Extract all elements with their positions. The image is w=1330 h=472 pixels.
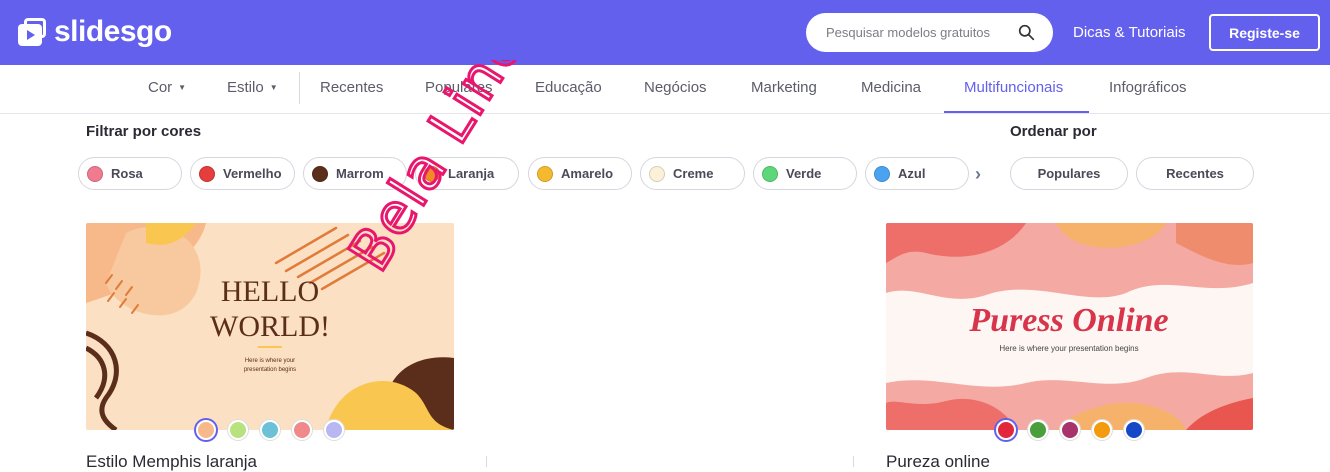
color-dot	[874, 165, 890, 182]
color-dot	[87, 165, 103, 182]
color-dot	[537, 165, 553, 182]
color-filter-rosa[interactable]: Rosa	[78, 157, 182, 190]
color-filter-marrom[interactable]: Marrom	[303, 157, 407, 190]
color-swatch[interactable]	[260, 420, 280, 440]
tab-multifuncionais[interactable]: Multifuncionais	[964, 79, 1063, 96]
register-button[interactable]: Registe-se	[1209, 14, 1320, 51]
sort-populares-button[interactable]: Populares	[1010, 157, 1128, 190]
color-filter-vermelho[interactable]: Vermelho	[190, 157, 295, 190]
sort-title: Ordenar por	[1010, 123, 1097, 140]
color-dropdown[interactable]: Cor ▼	[148, 79, 186, 96]
color-dot	[649, 165, 665, 182]
search-icon[interactable]	[1018, 24, 1035, 41]
color-filter-laranja[interactable]: Laranja	[415, 157, 519, 190]
thumb-sub-2: presentation begins	[244, 367, 296, 373]
color-swatch[interactable]	[1060, 420, 1080, 440]
style-dropdown[interactable]: Estilo ▼	[227, 79, 278, 96]
memphis-thumbnail-art: HELLO WORLD! Here is where your presenta…	[86, 223, 454, 430]
color-swatch[interactable]	[292, 420, 312, 440]
color-swatch[interactable]	[1092, 420, 1112, 440]
chip-label: Rosa	[111, 166, 143, 181]
card-separator	[853, 456, 854, 467]
color-swatch[interactable]	[1124, 420, 1144, 440]
template-thumbnail-pureza[interactable]: Puress Online Here is where your present…	[886, 223, 1253, 430]
thumb-sub: Here is where your presentation begins	[999, 344, 1138, 353]
color-filter-creme[interactable]: Creme	[640, 157, 745, 190]
color-filter-amarelo[interactable]: Amarelo	[528, 157, 632, 190]
color-swatch[interactable]	[228, 420, 248, 440]
color-dropdown-label: Cor	[148, 79, 173, 96]
tab-populares[interactable]: Populares	[425, 79, 493, 96]
chip-label: Amarelo	[561, 166, 614, 181]
thumb-heading: Puress Online	[968, 302, 1168, 339]
chip-label: Azul	[898, 166, 926, 181]
chip-label: Verde	[786, 166, 822, 181]
pureza-thumbnail-art: Puress Online Here is where your present…	[886, 223, 1253, 430]
style-dropdown-label: Estilo	[227, 79, 264, 96]
tab-recentes[interactable]: Recentes	[320, 79, 383, 96]
chip-label: Laranja	[448, 166, 495, 181]
color-dot	[199, 165, 215, 182]
nav-divider	[299, 72, 300, 104]
filter-colors-title: Filtrar por cores	[86, 123, 202, 140]
tab-marketing[interactable]: Marketing	[751, 79, 817, 96]
logo-text: slidesgo	[54, 15, 172, 48]
thumb-heading-1: HELLO	[221, 275, 319, 308]
category-nav: Cor ▼ Estilo ▼ Recentes Populares Educação…	[0, 65, 1330, 114]
thumb-sub-1: Here is where your	[245, 358, 295, 364]
logo-icon	[18, 16, 48, 48]
slidesgo-logo[interactable]: slidesgo	[18, 14, 172, 50]
tab-medicina[interactable]: Medicina	[861, 79, 921, 96]
color-dot	[762, 165, 778, 182]
caret-down-icon: ▼	[178, 83, 187, 92]
top-header: slidesgo Dicas & Tutoriais Registe-se	[0, 0, 1330, 65]
tips-tutorials-link[interactable]: Dicas & Tutoriais	[1073, 24, 1186, 41]
card-separator	[486, 456, 487, 467]
chip-label: Marrom	[336, 166, 384, 181]
tab-negocios[interactable]: Negócios	[644, 79, 707, 96]
tab-infograficos[interactable]: Infográficos	[1109, 79, 1187, 96]
template-thumbnail-memphis[interactable]: HELLO WORLD! Here is where your presenta…	[86, 223, 454, 430]
color-filter-verde[interactable]: Verde	[753, 157, 857, 190]
search-box[interactable]	[806, 13, 1053, 52]
sort-recentes-button[interactable]: Recentes	[1136, 157, 1254, 190]
color-swatch[interactable]	[324, 420, 344, 440]
thumb-heading-2: WORLD!	[210, 310, 330, 343]
caret-down-icon: ▼	[269, 83, 278, 92]
color-swatch[interactable]	[196, 420, 216, 440]
tab-educacao[interactable]: Educação	[535, 79, 602, 96]
template-title-pureza[interactable]: Pureza online	[886, 452, 990, 472]
chevron-right-icon[interactable]: ›	[975, 164, 981, 185]
color-swatch[interactable]	[996, 420, 1016, 440]
color-dot	[312, 165, 328, 182]
color-swatch[interactable]	[1028, 420, 1048, 440]
template-title-memphis[interactable]: Estilo Memphis laranja	[86, 452, 257, 472]
chip-label: Creme	[673, 166, 714, 181]
chip-label: Vermelho	[223, 166, 282, 181]
search-input[interactable]	[826, 25, 1011, 40]
color-dot	[424, 165, 440, 182]
active-tab-indicator	[944, 111, 1089, 113]
color-filter-azul[interactable]: Azul	[865, 157, 969, 190]
